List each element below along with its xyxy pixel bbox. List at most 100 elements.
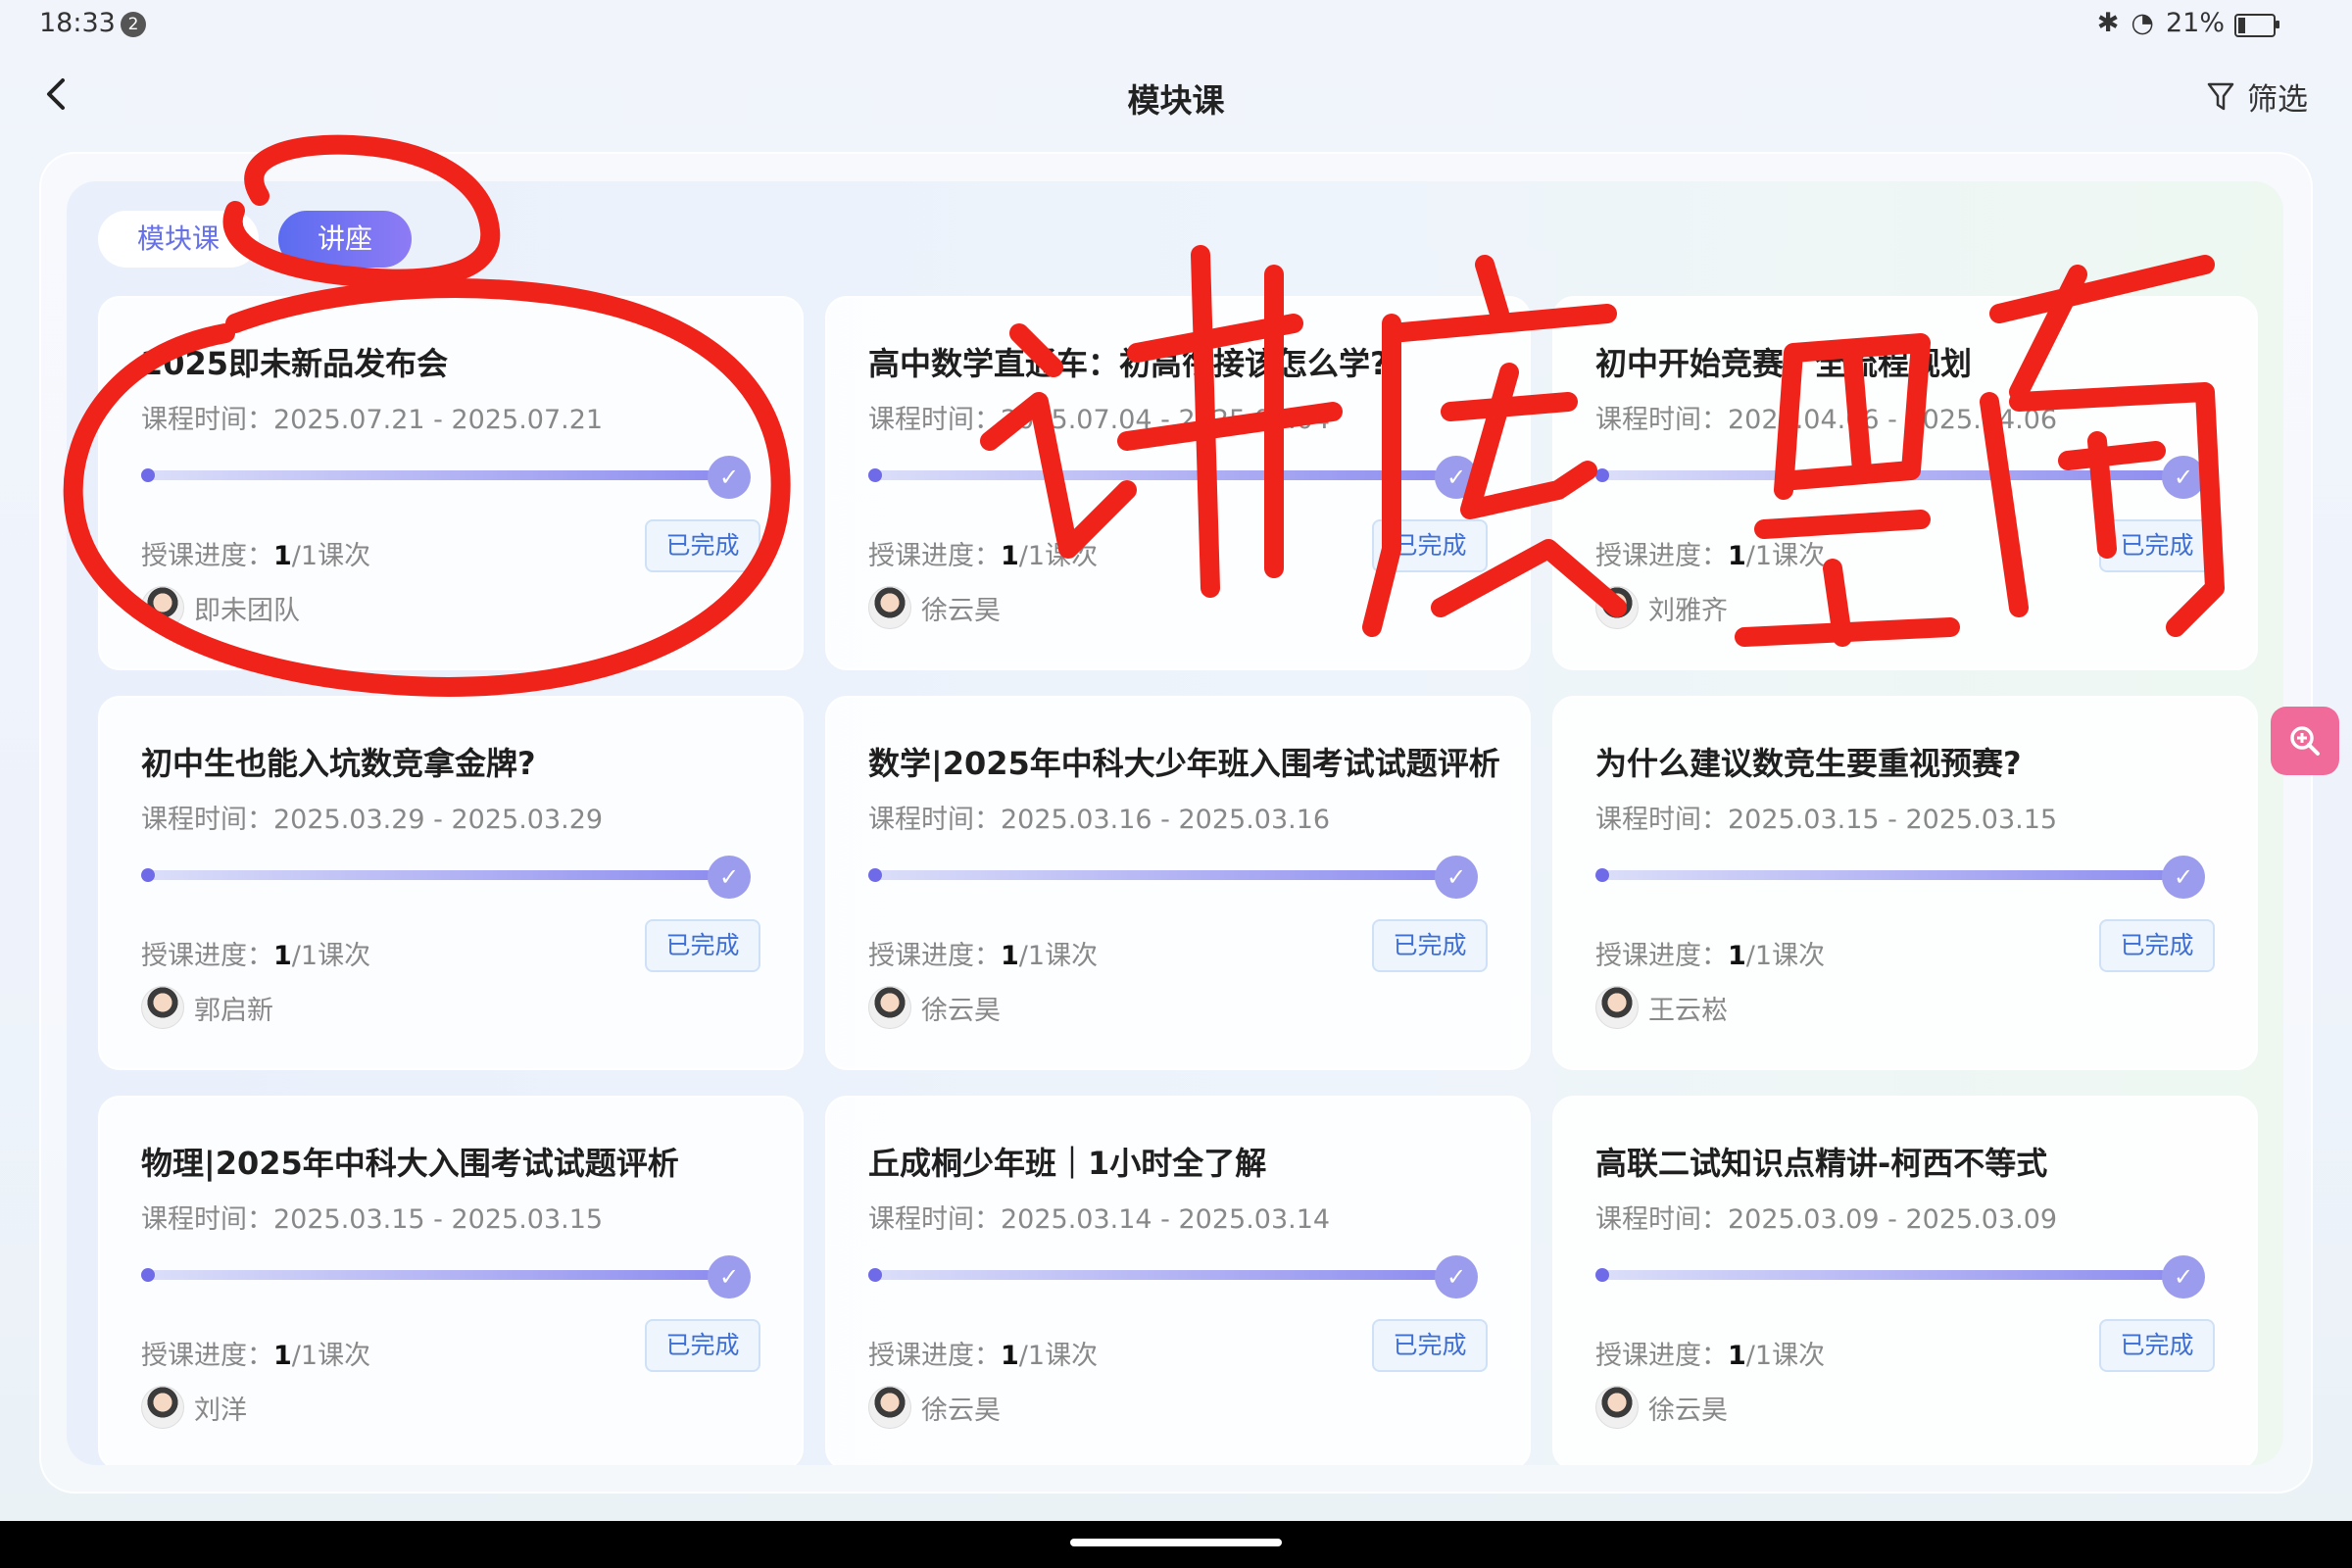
page-title: 模块课 bbox=[1127, 81, 1225, 120]
course-progress: 授课进度：1/1课次 bbox=[1595, 941, 1826, 971]
progress-start-dot bbox=[141, 468, 155, 482]
teacher: 徐云昊 bbox=[868, 986, 1001, 1029]
zoom-in-icon bbox=[2290, 726, 2320, 756]
tab-bar: 模块课 讲座 bbox=[98, 211, 413, 268]
course-progress: 授课进度：1/1课次 bbox=[1595, 1341, 1826, 1371]
status-badge[interactable]: 已完成 bbox=[1372, 519, 1488, 572]
zoom-search-button[interactable] bbox=[2271, 707, 2339, 775]
status-badge[interactable]: 已完成 bbox=[2099, 1319, 2215, 1372]
check-icon: ✓ bbox=[708, 1255, 751, 1298]
avatar bbox=[1595, 986, 1639, 1029]
course-card[interactable]: 2025即未新品发布会 课程时间：2025.07.21 - 2025.07.21… bbox=[98, 296, 804, 670]
course-time: 课程时间：2025.03.29 - 2025.03.29 bbox=[141, 805, 604, 835]
course-title: 高联二试知识点精讲-柯西不等式 bbox=[1595, 1145, 2048, 1182]
course-list-panel: 模块课 讲座 2025即未新品发布会 课程时间：2025.07.21 - 202… bbox=[67, 181, 2283, 1465]
course-title: 丘成桐少年班｜1小时全了解 bbox=[868, 1145, 1267, 1182]
teacher: 王云崧 bbox=[1595, 986, 1728, 1029]
progress-track bbox=[871, 470, 1440, 480]
teacher: 徐云昊 bbox=[868, 1386, 1001, 1429]
status-badge[interactable]: 已完成 bbox=[1372, 1319, 1488, 1372]
check-icon: ✓ bbox=[1435, 856, 1478, 899]
teacher: 刘雅齐 bbox=[1595, 586, 1728, 629]
tab-lecture[interactable]: 讲座 bbox=[278, 211, 413, 268]
course-progress: 授课进度：1/1课次 bbox=[1595, 541, 1826, 571]
teacher: 徐云昊 bbox=[868, 586, 1001, 629]
course-progress: 授课进度：1/1课次 bbox=[141, 541, 371, 571]
course-card[interactable]: 高联二试知识点精讲-柯西不等式 课程时间：2025.03.09 - 2025.0… bbox=[1552, 1096, 2258, 1465]
course-card[interactable]: 初中生也能入坑数竞拿金牌? 课程时间：2025.03.29 - 2025.03.… bbox=[98, 696, 804, 1070]
progress-start-dot bbox=[141, 1268, 155, 1282]
home-indicator[interactable] bbox=[1070, 1539, 1282, 1546]
progress-track bbox=[144, 870, 712, 880]
check-icon: ✓ bbox=[1435, 456, 1478, 499]
status-badge[interactable]: 已完成 bbox=[2099, 519, 2215, 572]
course-time: 课程时间：2025.03.15 - 2025.03.15 bbox=[141, 1204, 604, 1235]
course-time: 课程时间：2025.07.21 - 2025.07.21 bbox=[141, 405, 604, 435]
bluetooth-icon: ✱ bbox=[2096, 8, 2120, 38]
course-time: 课程时间：2025.03.09 - 2025.03.09 bbox=[1595, 1204, 2058, 1235]
progress-start-dot bbox=[868, 868, 882, 882]
course-title: 初中开始竞赛，全流程规划 bbox=[1595, 345, 1973, 382]
avatar bbox=[1595, 1386, 1639, 1429]
course-card[interactable]: 丘成桐少年班｜1小时全了解 课程时间：2025.03.14 - 2025.03.… bbox=[825, 1096, 1531, 1465]
status-badge[interactable]: 已完成 bbox=[2099, 919, 2215, 972]
course-time: 课程时间：2025.03.14 - 2025.03.14 bbox=[868, 1204, 1331, 1235]
battery-icon bbox=[2234, 14, 2279, 37]
course-title: 物理|2025年中科大入围考试试题评析 bbox=[141, 1145, 679, 1182]
course-progress: 授课进度：1/1课次 bbox=[141, 1341, 371, 1371]
check-icon: ✓ bbox=[2162, 1255, 2205, 1298]
progress-start-dot bbox=[1595, 868, 1609, 882]
avatar bbox=[141, 586, 184, 629]
avatar bbox=[141, 986, 184, 1029]
course-card[interactable]: 数学|2025年中科大少年班入围考试试题评析 课程时间：2025.03.16 -… bbox=[825, 696, 1531, 1070]
teacher: 郭启新 bbox=[141, 986, 273, 1029]
clock: 18:33 bbox=[39, 8, 116, 38]
status-badge[interactable]: 已完成 bbox=[1372, 919, 1488, 972]
check-icon: ✓ bbox=[1435, 1255, 1478, 1298]
check-icon: ✓ bbox=[708, 456, 751, 499]
status-icons: ✱ ◔ 21% bbox=[2097, 8, 2225, 38]
progress-track bbox=[1598, 470, 2167, 480]
avatar bbox=[868, 1386, 911, 1429]
progress-track bbox=[1598, 870, 2167, 880]
avatar bbox=[1595, 586, 1639, 629]
course-title: 数学|2025年中科大少年班入围考试试题评析 bbox=[868, 745, 1500, 782]
status-badge[interactable]: 已完成 bbox=[645, 919, 760, 972]
teacher: 徐云昊 bbox=[1595, 1386, 1728, 1429]
teacher: 即未团队 bbox=[141, 586, 300, 629]
course-time: 课程时间：2025.03.15 - 2025.03.15 bbox=[1595, 805, 2058, 835]
battery-percent: 21% bbox=[2165, 8, 2225, 38]
progress-track bbox=[144, 470, 712, 480]
course-card[interactable]: 为什么建议数竞生要重视预赛? 课程时间：2025.03.15 - 2025.03… bbox=[1552, 696, 2258, 1070]
status-badge[interactable]: 已完成 bbox=[645, 519, 760, 572]
check-icon: ✓ bbox=[2162, 856, 2205, 899]
course-card[interactable]: 高中数学直通车：初高衔接该怎么学? 课程时间：2025.07.04 - 2025… bbox=[825, 296, 1531, 670]
progress-start-dot bbox=[1595, 1268, 1609, 1282]
progress-start-dot bbox=[868, 468, 882, 482]
filter-button[interactable]: 筛选 bbox=[2206, 74, 2308, 119]
tab-module[interactable]: 模块课 bbox=[98, 211, 260, 268]
course-progress: 授课进度：1/1课次 bbox=[868, 1341, 1099, 1371]
progress-track bbox=[144, 1270, 712, 1280]
course-title: 高中数学直通车：初高衔接该怎么学? bbox=[868, 345, 1389, 382]
top-nav: 模块课 筛选 bbox=[0, 59, 2352, 137]
status-badge[interactable]: 已完成 bbox=[645, 1319, 760, 1372]
progress-start-dot bbox=[141, 868, 155, 882]
course-card[interactable]: 初中开始竞赛，全流程规划 课程时间：2025.04.06 - 2025.04.0… bbox=[1552, 296, 2258, 670]
course-card[interactable]: 物理|2025年中科大入围考试试题评析 课程时间：2025.03.15 - 20… bbox=[98, 1096, 804, 1465]
course-progress: 授课进度：1/1课次 bbox=[141, 941, 371, 971]
course-progress: 授课进度：1/1课次 bbox=[868, 941, 1099, 971]
filter-icon bbox=[2207, 82, 2234, 110]
avatar bbox=[868, 586, 911, 629]
course-title: 2025即未新品发布会 bbox=[141, 345, 449, 382]
avatar bbox=[868, 986, 911, 1029]
notification-badge: 2 bbox=[121, 12, 146, 37]
status-bar: 18:33 2 ✱ ◔ 21% bbox=[0, 0, 2352, 51]
course-time: 课程时间：2025.04.06 - 2025.04.06 bbox=[1595, 405, 2058, 435]
course-time: 课程时间：2025.07.04 - 2025.07.04 bbox=[868, 405, 1331, 435]
progress-start-dot bbox=[1595, 468, 1609, 482]
course-time: 课程时间：2025.03.16 - 2025.03.16 bbox=[868, 805, 1331, 835]
filter-label: 筛选 bbox=[2247, 82, 2308, 118]
progress-start-dot bbox=[868, 1268, 882, 1282]
course-title: 初中生也能入坑数竞拿金牌? bbox=[141, 745, 536, 782]
